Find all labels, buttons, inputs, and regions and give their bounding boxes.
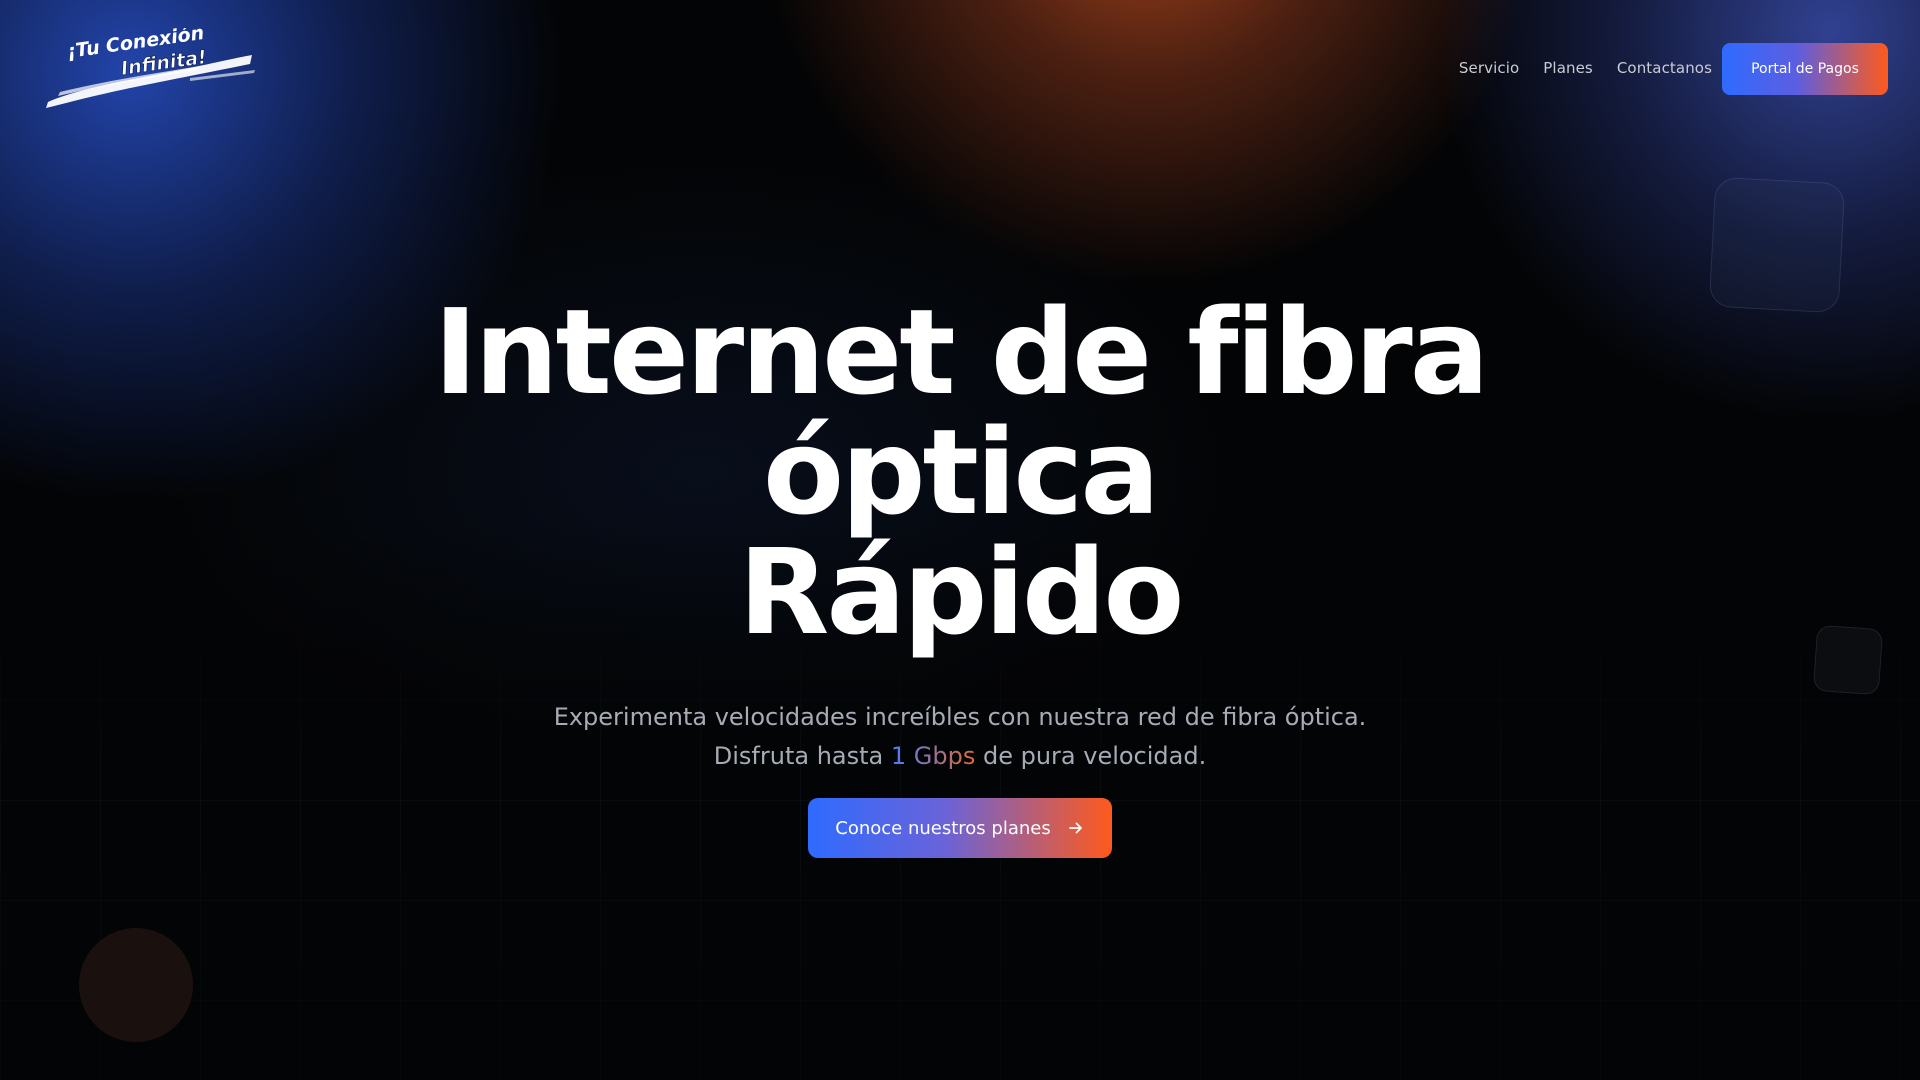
hero-title-line-3: Rápido	[738, 523, 1185, 661]
brand-logo[interactable]: ¡Tu Conexión Infinita!	[40, 22, 260, 110]
hero-subtitle-line-2: Disfruta hasta 1 Gbps de pura velocidad.	[0, 737, 1920, 776]
hero-subtitle: Experimenta velocidades increíbles con n…	[0, 698, 1920, 776]
landing-page: ¡Tu Conexión Infinita! Servicio Planes C…	[0, 0, 1920, 1080]
portal-de-pagos-button[interactable]: Portal de Pagos	[1722, 43, 1888, 95]
nav-item-planes[interactable]: Planes	[1543, 59, 1593, 77]
speed-highlight: 1 Gbps	[890, 742, 976, 770]
subtitle-prefix: Disfruta hasta	[713, 742, 891, 770]
hero-title-line-1: Internet de fibra	[433, 283, 1490, 421]
conoce-planes-button[interactable]: Conoce nuestros planes	[808, 798, 1112, 858]
hero-subtitle-line-1: Experimenta velocidades increíbles con n…	[553, 703, 1367, 731]
hero-title-line-2: óptica	[763, 403, 1160, 541]
logo-brush-icon: ¡Tu Conexión Infinita!	[46, 22, 255, 108]
nav-item-contactanos[interactable]: Contactanos	[1617, 59, 1712, 77]
arrow-right-icon	[1068, 822, 1082, 834]
cta-label: Conoce nuestros planes	[835, 817, 1051, 839]
nav-item-servicio[interactable]: Servicio	[1459, 59, 1519, 77]
decorative-circle	[79, 928, 193, 1042]
subtitle-suffix: de pura velocidad.	[975, 742, 1207, 770]
main-nav: Servicio Planes Contactanos	[1459, 56, 1712, 80]
hero-title: Internet de fibra óptica Rápido	[0, 292, 1920, 652]
